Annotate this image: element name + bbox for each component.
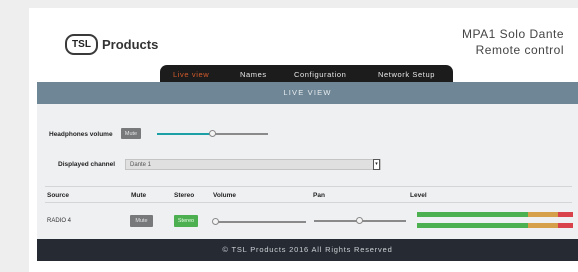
page: TSL Products MPA1 Solo Dante Remote cont… [29,8,578,272]
col-header-source: Source [47,192,70,199]
meter-red-segment [558,223,573,228]
headphones-slider-fill [157,133,212,135]
product-title: MPA1 Solo Dante Remote control [364,26,564,58]
level-meter-right [417,223,573,228]
pan-slider[interactable] [356,217,363,224]
col-header-pan: Pan [313,192,325,199]
stereo-toggle-button[interactable]: Stereo [174,215,198,227]
headphones-volume-slider[interactable] [209,130,216,137]
headphones-mute-button[interactable]: Mute [121,128,141,139]
level-meter-left [417,212,573,217]
tab-configuration[interactable]: Configuration [294,70,346,79]
col-header-mute: Mute [131,192,147,199]
col-header-stereo: Stereo [174,192,195,199]
meter-red-segment [558,212,573,217]
tab-names[interactable]: Names [240,70,267,79]
live-view-panel: Headphones volume Mute Displayed channel… [37,104,578,239]
displayed-channel-value: Dante 1 [130,162,152,168]
logo-mark: TSL [65,34,98,55]
tsl-logo: TSL Products [65,34,158,55]
tab-bar: Live view Names Configuration Network Se… [160,65,453,82]
tab-live-view[interactable]: Live view [173,70,209,79]
product-title-line2: Remote control [475,43,564,57]
footer: © TSL Products 2016 All Rights Reserved [37,239,578,261]
divider [45,202,572,203]
headphones-volume-label: Headphones volume [49,131,113,138]
col-header-volume: Volume [213,192,236,199]
meter-amber-segment [528,212,558,217]
logo-text: Products [102,37,159,52]
meter-green-segment [417,223,528,228]
volume-slider-track [214,221,306,223]
chevron-down-icon[interactable]: ▾ [373,159,380,170]
divider [45,186,572,187]
col-header-level: Level [410,192,427,199]
meter-green-segment [417,212,528,217]
volume-slider[interactable] [212,218,219,225]
tab-network-setup[interactable]: Network Setup [378,70,435,79]
meter-amber-segment [528,223,558,228]
channel-mute-button[interactable]: Mute [130,215,153,227]
headphones-slider-track [212,133,268,135]
displayed-channel-label: Displayed channel [58,161,116,168]
product-title-line1: MPA1 Solo Dante [462,27,564,41]
displayed-channel-select[interactable]: Dante 1 ▾ [125,159,381,170]
panel-title: LIVE VIEW [37,82,578,104]
source-name: RADIO 4 [47,218,72,224]
